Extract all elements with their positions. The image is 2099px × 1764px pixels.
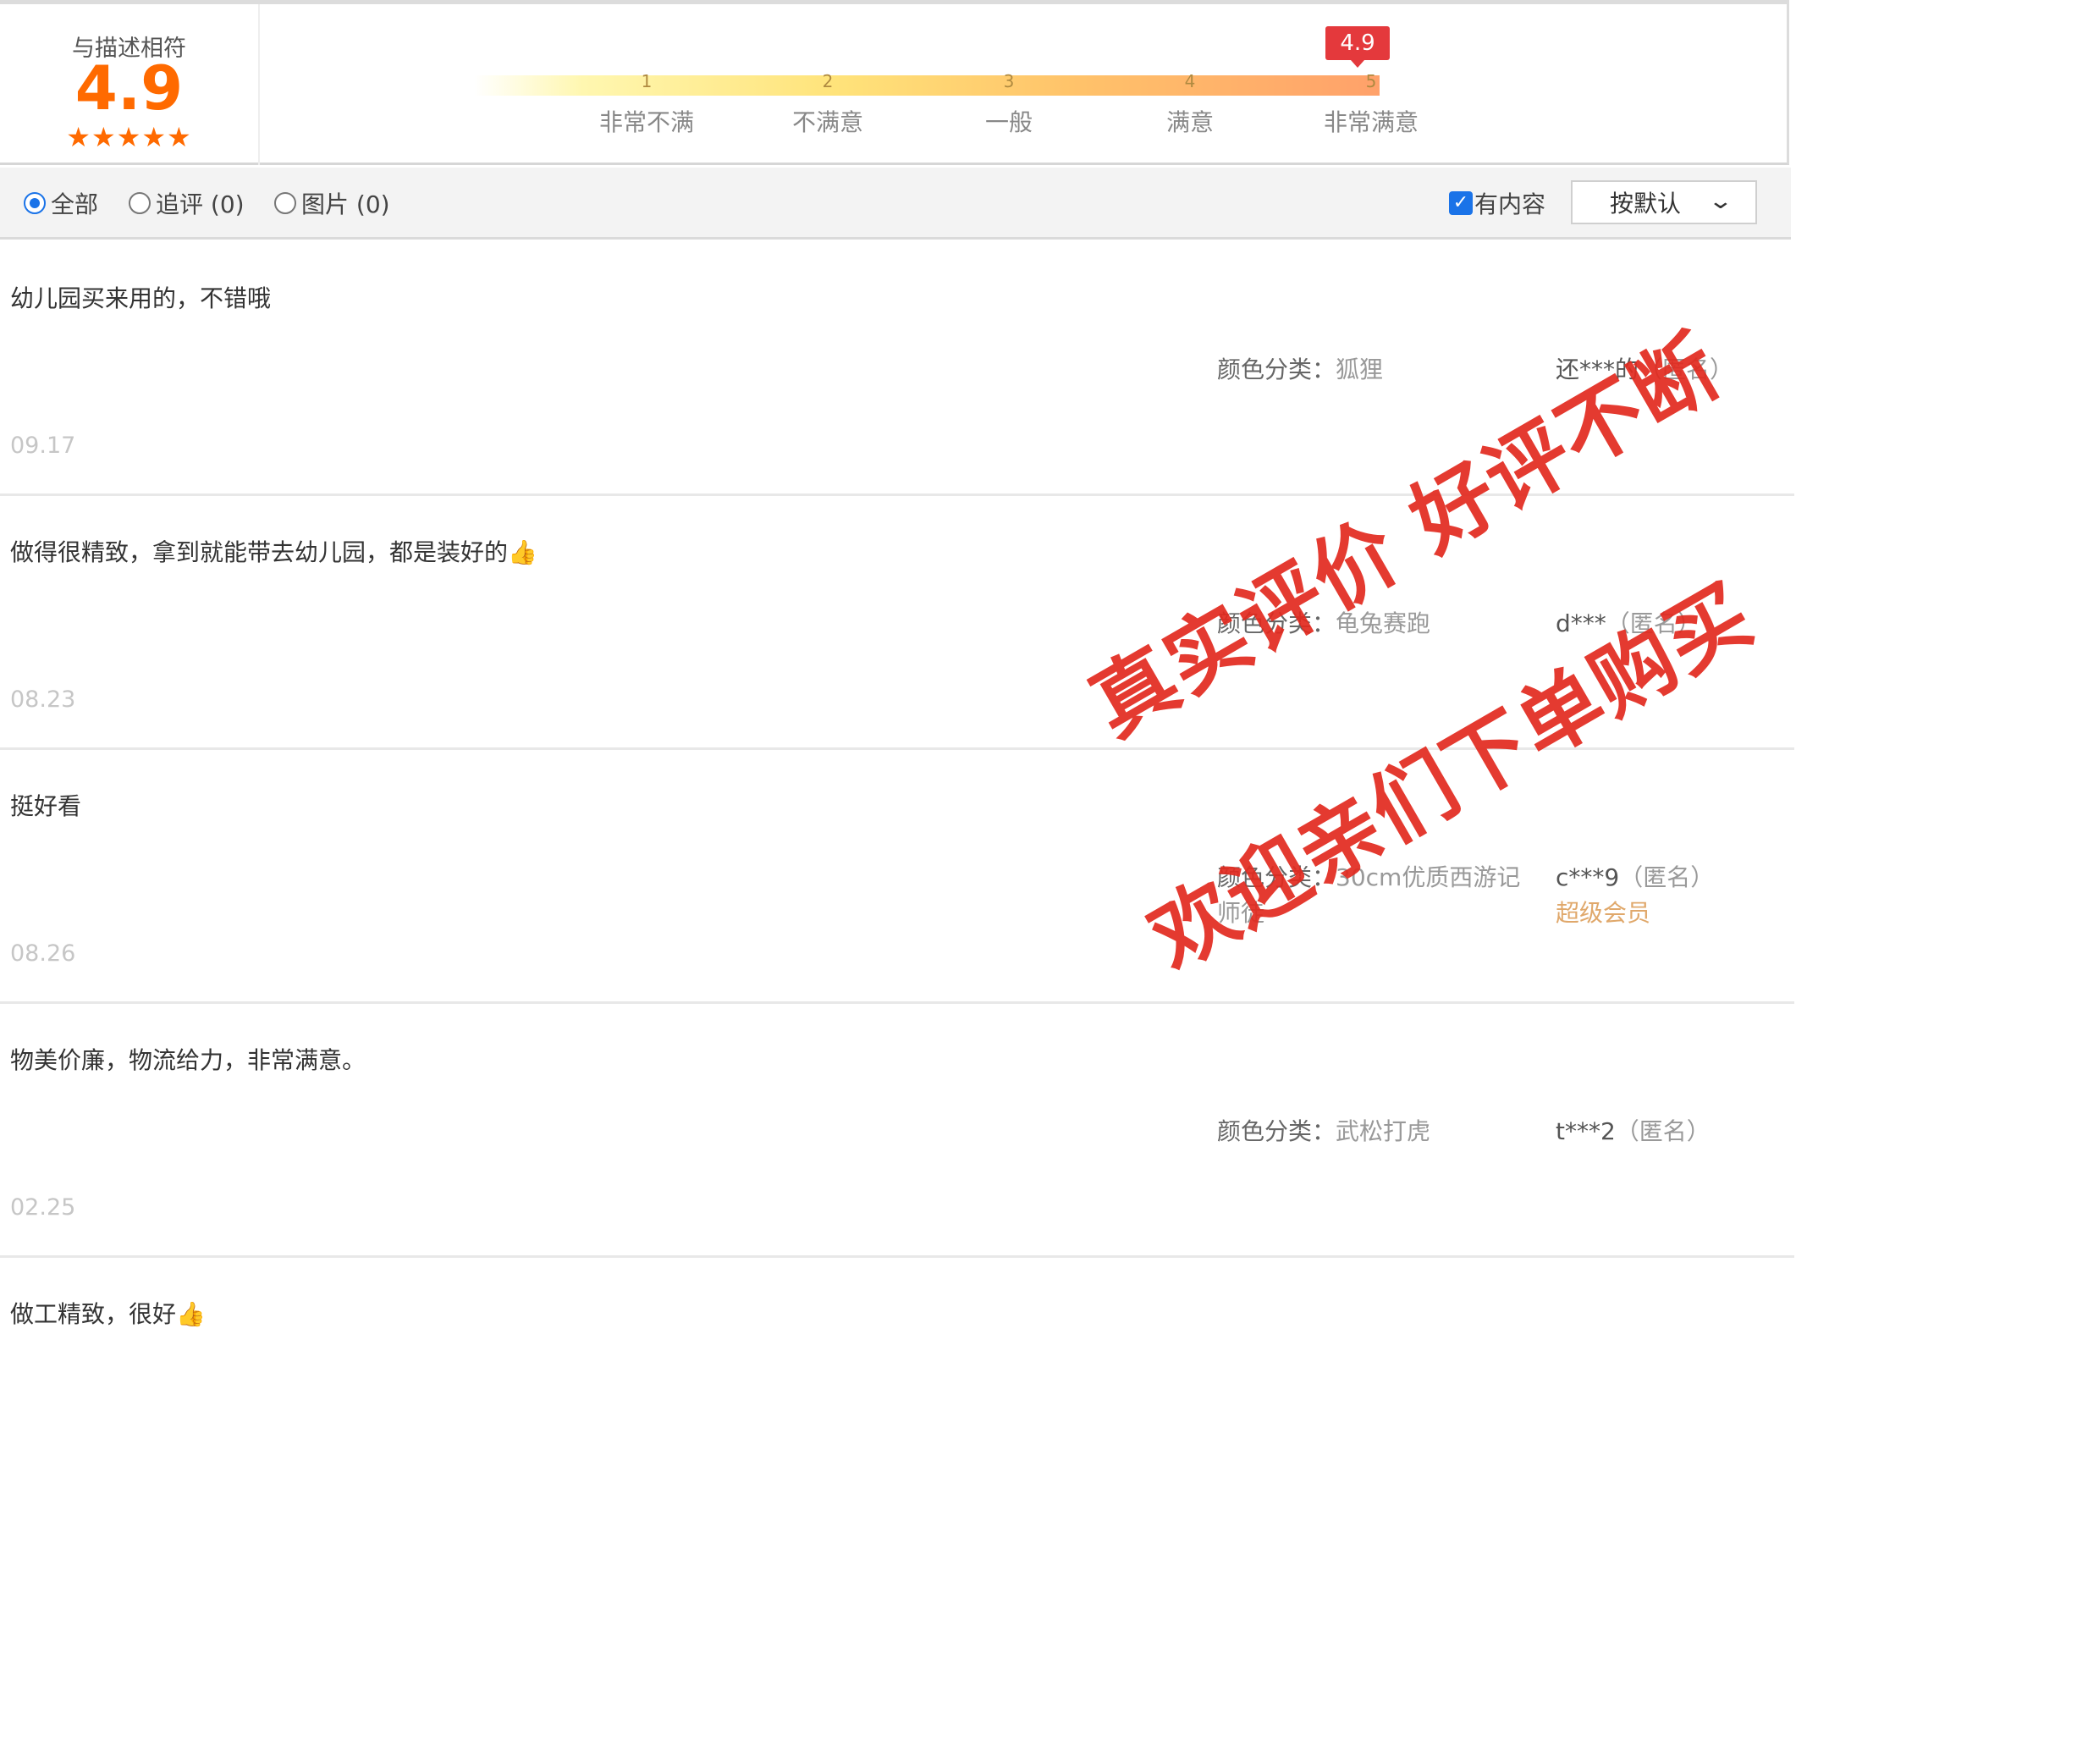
review-item: 做工精致，很好👍	[0, 1258, 1794, 1512]
review-item: 物美价廉，物流给力，非常满意。 颜色分类：武松打虎 t***2（匿名） 02.2…	[0, 1004, 1794, 1258]
has-content-label: 有内容	[1474, 190, 1546, 218]
filter-followup-radio[interactable]: 追评 (0)	[129, 186, 245, 220]
radio-unchecked-icon[interactable]	[129, 192, 151, 214]
rating-summary: 与描述相符 4.9 ★★★★★ 4.9 1 2 3 4 5 非常不满 不满意 一…	[0, 0, 1789, 165]
sku-label: 颜色分类：	[1217, 609, 1336, 637]
filter-bar: 全部 追评 (0) 图片 (0) ✓ 有内容 按默认 ⌄	[0, 168, 1791, 240]
sku-label: 颜色分类：	[1217, 863, 1336, 891]
filter-all-label: 全部	[51, 190, 99, 218]
review-sku: 颜色分类：龟兔赛跑	[1217, 606, 1522, 642]
scale-num-1: 1	[641, 71, 653, 91]
review-user: t***2（匿名）	[1556, 1114, 1711, 1149]
review-item: 做得很精致，拿到就能带去幼儿园，都是装好的👍 颜色分类：龟兔赛跑 d***（匿名…	[0, 496, 1794, 750]
user-name: d***	[1556, 609, 1606, 637]
rating-scale: 4.9 1 2 3 4 5 非常不满 不满意 一般 满意 非常满意	[474, 4, 1456, 165]
checkbox-checked-icon[interactable]: ✓	[1449, 191, 1473, 215]
review-sku: 颜色分类：武松打虎	[1217, 1114, 1522, 1149]
score-value: 4.9	[74, 52, 184, 124]
review-date: 08.26	[10, 940, 76, 967]
sku-label: 颜色分类：	[1217, 356, 1336, 383]
user-name: 还***的	[1556, 356, 1639, 383]
sort-select[interactable]: 按默认 ⌄	[1571, 180, 1757, 224]
sku-value: 狐狸	[1336, 356, 1384, 383]
scale-label-5: 非常满意	[1323, 108, 1419, 136]
review-text: 做工精致，很好👍	[10, 1300, 206, 1328]
anonymous-tag: （匿名）	[1615, 1117, 1711, 1145]
scale-label-2: 不满意	[791, 108, 864, 136]
member-badge: 超级会员	[1556, 899, 1651, 927]
review-date: 02.25	[10, 1194, 76, 1221]
filter-all-radio[interactable]: 全部	[24, 186, 98, 220]
scale-label-4: 满意	[1165, 108, 1215, 136]
anonymous-tag: （匿名）	[1639, 356, 1734, 383]
review-user: d***（匿名）	[1556, 606, 1701, 642]
chevron-down-icon: ⌄	[1707, 189, 1734, 214]
scale-num-4: 4	[1184, 71, 1196, 91]
review-user: c***9（匿名） 超级会员	[1556, 860, 1714, 931]
scale-label-3: 一般	[984, 108, 1033, 136]
review-page: 与描述相符 4.9 ★★★★★ 4.9 1 2 3 4 5 非常不满 不满意 一…	[0, 0, 1794, 1764]
sku-value: 武松打虎	[1336, 1117, 1431, 1145]
review-text: 挺好看	[10, 792, 82, 820]
anonymous-tag: （匿名）	[1606, 609, 1701, 637]
rating-scale-bar	[474, 75, 1380, 96]
scale-num-2: 2	[822, 71, 834, 91]
sku-value: 龟兔赛跑	[1336, 609, 1431, 637]
user-name: t***2	[1556, 1117, 1616, 1145]
scale-num-3: 3	[1003, 71, 1015, 91]
review-user: 还***的（匿名）	[1556, 352, 1733, 388]
filter-followup-label: 追评 (0)	[156, 190, 245, 218]
review-text: 幼儿园买来用的，不错哦	[10, 284, 272, 312]
sku-label: 颜色分类：	[1217, 1117, 1336, 1145]
review-date: 08.23	[10, 686, 76, 713]
anonymous-tag: （匿名）	[1619, 863, 1715, 891]
scale-num-5: 5	[1365, 71, 1377, 91]
review-text: 物美价廉，物流给力，非常满意。	[10, 1046, 366, 1074]
filter-images-radio[interactable]: 图片 (0)	[274, 186, 390, 220]
sort-select-value: 按默认	[1610, 190, 1682, 218]
radio-unchecked-icon[interactable]	[274, 192, 296, 214]
review-sku: 颜色分类：30cm优质西游记师徒	[1217, 860, 1522, 931]
score-flag: 4.9	[1325, 26, 1390, 68]
filter-images-label: 图片 (0)	[301, 190, 390, 218]
user-name: c***9	[1556, 863, 1620, 891]
score-box: 与描述相符 4.9 ★★★★★	[0, 4, 260, 165]
star-rating-icon: ★★★★★	[66, 121, 192, 153]
review-item: 挺好看 颜色分类：30cm优质西游记师徒 c***9（匿名） 超级会员 08.2…	[0, 750, 1794, 1004]
radio-checked-icon[interactable]	[24, 192, 46, 214]
review-item: 幼儿园买来用的，不错哦 颜色分类：狐狸 还***的（匿名） 09.17	[0, 242, 1794, 496]
review-sku: 颜色分类：狐狸	[1217, 352, 1522, 388]
review-text: 做得很精致，拿到就能带去幼儿园，都是装好的👍	[10, 538, 537, 566]
review-date: 09.17	[10, 433, 76, 459]
scale-label-1: 非常不满	[598, 108, 695, 136]
has-content-checkbox[interactable]: ✓ 有内容	[1449, 186, 1545, 220]
